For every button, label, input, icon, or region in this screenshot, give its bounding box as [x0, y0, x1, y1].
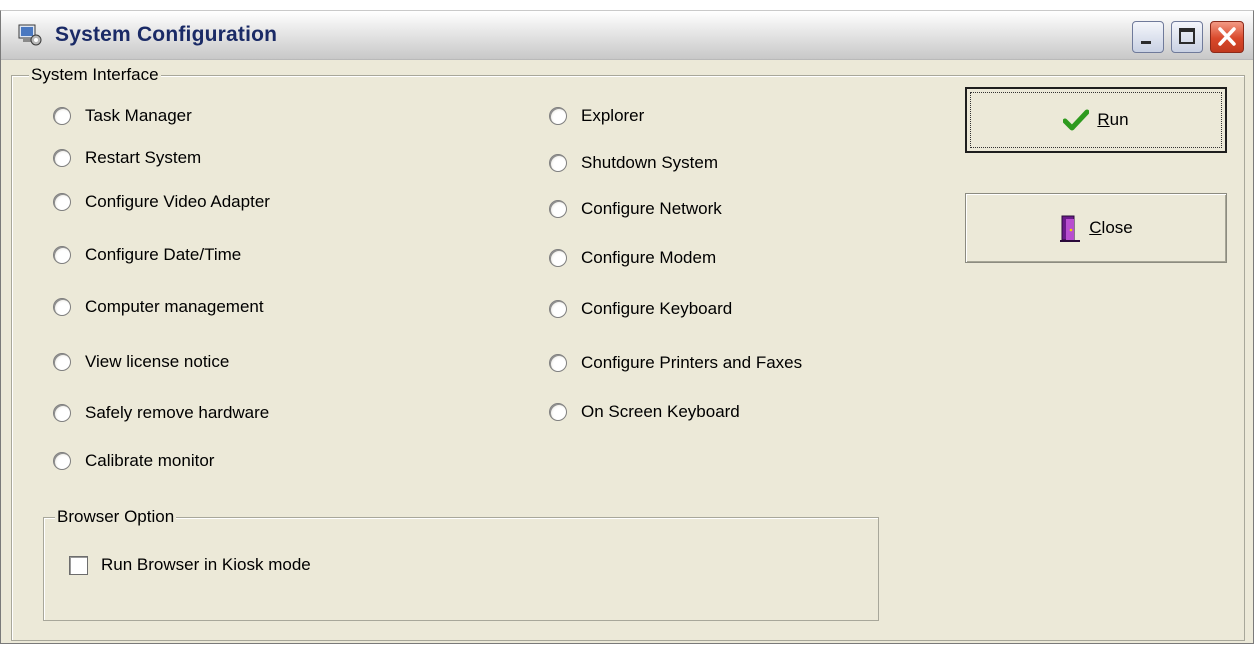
- radio-button[interactable]: [549, 354, 567, 372]
- run-button[interactable]: Run: [965, 87, 1227, 153]
- window-title: System Configuration: [55, 23, 278, 46]
- system-configuration-window: System Configuration System Interface Ta…: [0, 10, 1254, 644]
- window-close-button[interactable]: [1210, 21, 1244, 53]
- kiosk-mode-checkbox-row[interactable]: Run Browser in Kiosk mode: [69, 553, 311, 577]
- title-bar: System Configuration: [1, 11, 1253, 60]
- radio-button[interactable]: [53, 149, 71, 167]
- radio-configure-printers-and-faxes[interactable]: Configure Printers and Faxes: [549, 351, 802, 375]
- system-config-icon: [18, 24, 42, 46]
- close-button-label: Close: [1089, 218, 1133, 237]
- radio-button[interactable]: [549, 107, 567, 125]
- radio-view-license-notice[interactable]: View license notice: [53, 350, 229, 374]
- radio-button[interactable]: [549, 249, 567, 267]
- radio-button[interactable]: [549, 154, 567, 172]
- run-button-label: Run: [1097, 110, 1129, 129]
- browser-option-label: Browser Option: [55, 507, 177, 527]
- radio-button[interactable]: [53, 353, 71, 371]
- door-exit-icon: [1060, 215, 1081, 242]
- radio-configure-network[interactable]: Configure Network: [549, 197, 722, 221]
- radio-button[interactable]: [549, 300, 567, 318]
- maximize-icon: [1179, 28, 1195, 44]
- minimize-button[interactable]: [1132, 21, 1164, 53]
- radio-configure-date-time[interactable]: Configure Date/Time: [53, 243, 241, 267]
- kiosk-mode-checkbox[interactable]: [69, 555, 88, 575]
- radio-configure-keyboard[interactable]: Configure Keyboard: [549, 297, 732, 321]
- radio-restart-system[interactable]: Restart System: [53, 146, 201, 170]
- radio-button[interactable]: [53, 246, 71, 264]
- radio-button[interactable]: [549, 403, 567, 421]
- checkmark-icon: [1063, 109, 1090, 131]
- radio-computer-management[interactable]: Computer management: [53, 295, 264, 319]
- close-icon: [1218, 27, 1236, 46]
- close-button[interactable]: Close: [965, 193, 1227, 263]
- radio-task-manager[interactable]: Task Manager: [53, 104, 192, 128]
- maximize-button[interactable]: [1171, 21, 1203, 53]
- radio-button[interactable]: [53, 298, 71, 316]
- radio-safely-remove-hardware[interactable]: Safely remove hardware: [53, 401, 269, 425]
- radio-configure-video-adapter[interactable]: Configure Video Adapter: [53, 190, 270, 214]
- radio-button[interactable]: [53, 452, 71, 470]
- system-interface-label: System Interface: [29, 65, 161, 85]
- radio-configure-modem[interactable]: Configure Modem: [549, 246, 716, 270]
- radio-calibrate-monitor[interactable]: Calibrate monitor: [53, 449, 214, 473]
- radio-button[interactable]: [549, 200, 567, 218]
- radio-button[interactable]: [53, 107, 71, 125]
- radio-shutdown-system[interactable]: Shutdown System: [549, 151, 718, 175]
- radio-button[interactable]: [53, 193, 71, 211]
- minimize-icon: [1141, 41, 1151, 44]
- radio-explorer[interactable]: Explorer: [549, 104, 644, 128]
- radio-on-screen-keyboard[interactable]: On Screen Keyboard: [549, 400, 740, 424]
- radio-button[interactable]: [53, 404, 71, 422]
